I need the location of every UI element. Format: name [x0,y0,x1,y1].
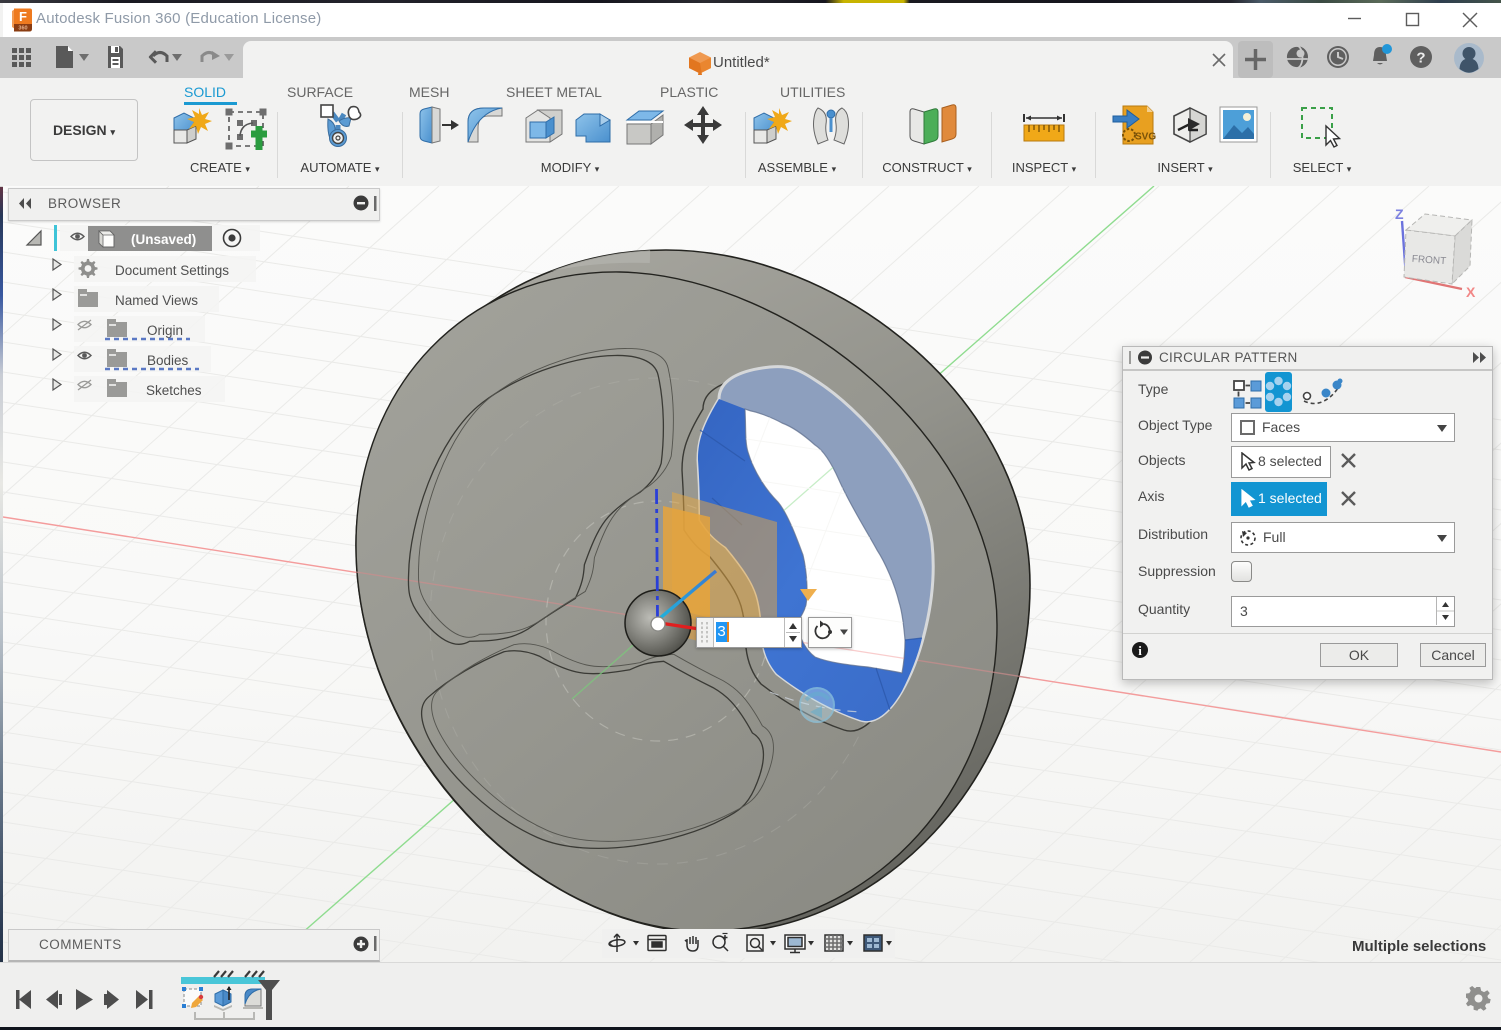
svg-text:Origin: Origin [147,323,183,338]
svg-text:Document Settings: Document Settings [115,263,229,278]
svg-text:F: F [19,9,27,24]
svg-text:Sketches: Sketches [146,383,202,398]
svg-text:?: ? [1416,50,1425,67]
svg-text:Z: Z [1395,206,1404,222]
svg-text:COMMENTS: COMMENTS [39,937,122,952]
svg-text:i: i [1138,643,1142,658]
svg-text:X: X [1466,284,1476,300]
svg-text:360: 360 [18,26,27,32]
svg-text:SVG: SVG [1135,132,1156,143]
svg-text:Named Views: Named Views [115,293,198,308]
svg-text:BROWSER: BROWSER [48,196,121,211]
svg-text:CIRCULAR PATTERN: CIRCULAR PATTERN [1159,350,1298,365]
svg-text:(Unsaved): (Unsaved) [131,232,196,247]
svg-text:Untitled*: Untitled* [713,54,770,71]
svg-text:Bodies: Bodies [147,353,189,368]
